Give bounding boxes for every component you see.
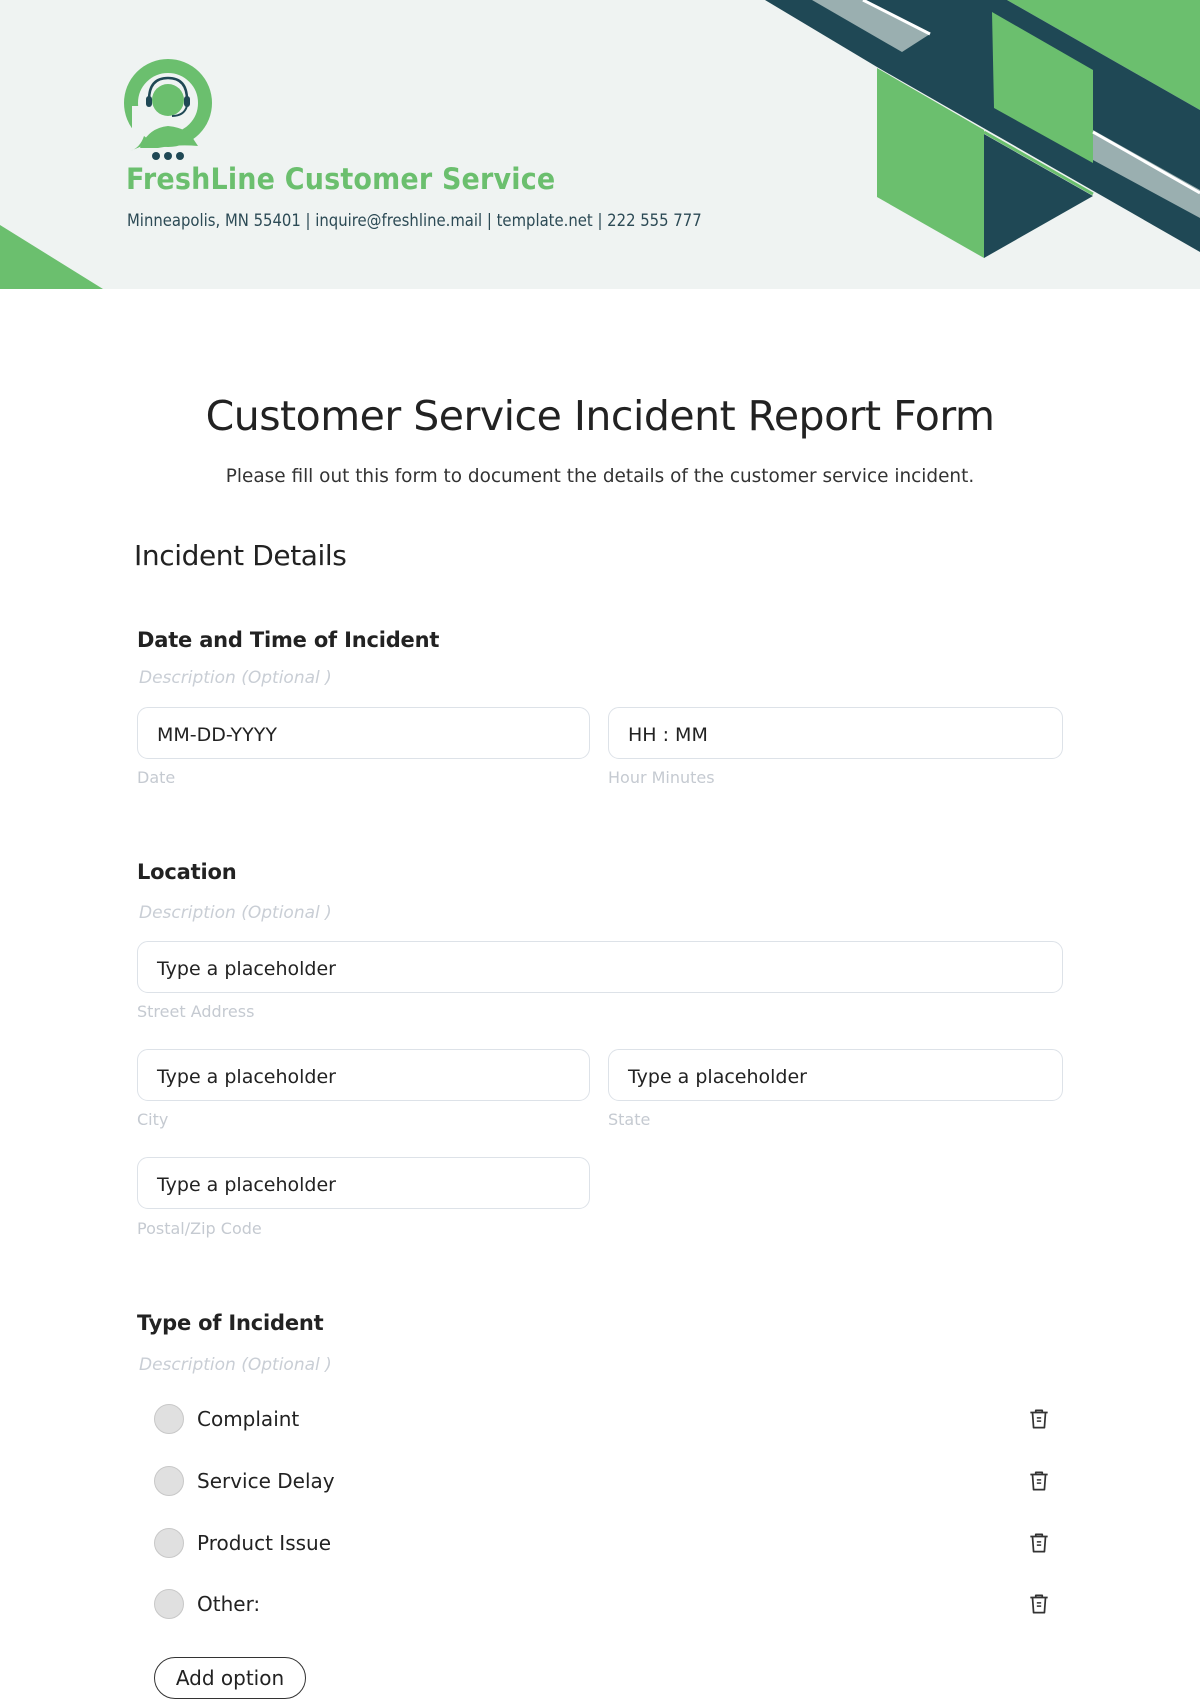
- option-label[interactable]: Other:: [197, 1592, 260, 1616]
- question-label-incident-type: Type of Incident: [137, 1311, 324, 1335]
- postal-code-sub-label: Postal/Zip Code: [137, 1219, 262, 1238]
- radio-option[interactable]: Product Issue: [154, 1526, 1064, 1560]
- letterhead-header: FreshLine Customer Service Minneapolis, …: [0, 0, 1200, 289]
- contact-info: Minneapolis, MN 55401 | inquire@freshlin…: [127, 211, 702, 230]
- option-label[interactable]: Service Delay: [197, 1469, 335, 1493]
- question-description-datetime[interactable]: Description (Optional ): [139, 668, 332, 688]
- date-sub-label: Date: [137, 768, 176, 787]
- question-description-location[interactable]: Description (Optional ): [139, 903, 332, 923]
- company-name: FreshLine Customer Service: [126, 162, 556, 196]
- trash-icon[interactable]: [1026, 1468, 1052, 1494]
- street-address-sub-label: Street Address: [137, 1002, 255, 1021]
- headset-agent-logo-icon: [124, 59, 212, 160]
- state-sub-label: State: [608, 1110, 651, 1129]
- section-title-incident-details: Incident Details: [134, 539, 347, 572]
- radio-button[interactable]: [154, 1404, 184, 1434]
- radio-button[interactable]: [154, 1528, 184, 1558]
- city-input[interactable]: Type a placeholder: [137, 1049, 590, 1101]
- time-input[interactable]: HH : MM: [608, 707, 1063, 759]
- trash-icon[interactable]: [1026, 1530, 1052, 1556]
- postal-code-input[interactable]: Type a placeholder: [137, 1157, 590, 1209]
- trash-icon[interactable]: [1026, 1406, 1052, 1432]
- radio-button[interactable]: [154, 1466, 184, 1496]
- deco-green-triangle-left: [0, 225, 103, 289]
- state-input[interactable]: Type a placeholder: [608, 1049, 1063, 1101]
- add-option-button[interactable]: Add option: [154, 1657, 306, 1699]
- city-sub-label: City: [137, 1110, 169, 1129]
- radio-option[interactable]: Complaint: [154, 1402, 1064, 1436]
- radio-option[interactable]: Other:: [154, 1587, 1064, 1621]
- radio-option[interactable]: Service Delay: [154, 1464, 1064, 1498]
- question-label-datetime: Date and Time of Incident: [137, 628, 440, 652]
- form-subtitle: Please fill out this form to document th…: [225, 465, 975, 487]
- question-label-location: Location: [137, 860, 237, 884]
- radio-button[interactable]: [154, 1589, 184, 1619]
- date-input[interactable]: MM-DD-YYYY: [137, 707, 590, 759]
- form-title: Customer Service Incident Report Form: [205, 392, 995, 440]
- trash-icon[interactable]: [1026, 1591, 1052, 1617]
- time-sub-label: Hour Minutes: [608, 768, 715, 787]
- option-label[interactable]: Complaint: [197, 1407, 299, 1431]
- street-address-input[interactable]: Type a placeholder: [137, 941, 1063, 993]
- option-label[interactable]: Product Issue: [197, 1531, 331, 1555]
- question-description-incident-type[interactable]: Description (Optional ): [139, 1355, 332, 1375]
